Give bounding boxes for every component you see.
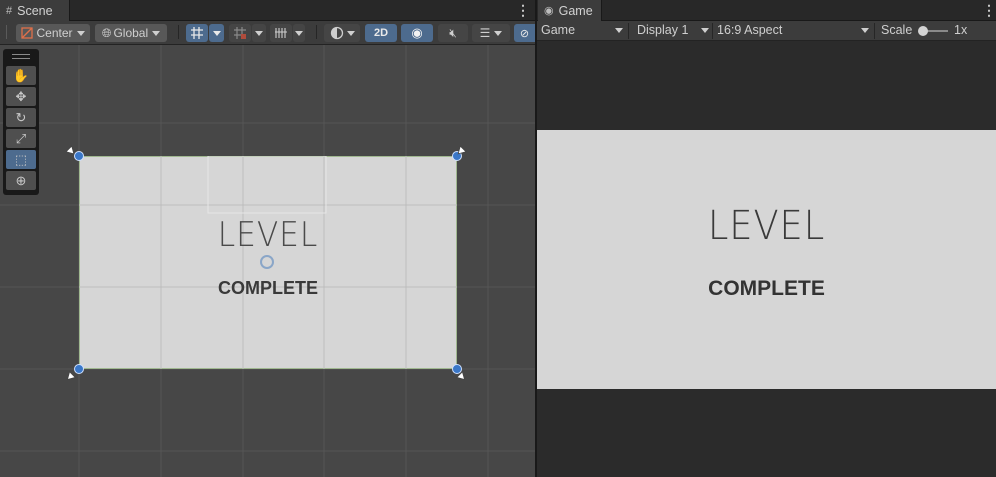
move-arrows-icon: ✥ [15,88,27,104]
pivot-caret-icon [76,30,85,36]
rect-tool-button[interactable]: ⬚ [6,150,36,169]
grid-visibility-dropdown[interactable] [293,24,305,42]
game-view-dropdown[interactable]: Game [537,21,627,39]
hand-icon: ✋ [12,67,30,83]
increment-snapping-toggle[interactable] [229,24,251,42]
pivot-center-dropdown[interactable]: Center [16,24,90,42]
audio-toggle[interactable]: 🔇︎ [438,24,468,42]
game-view[interactable]: LEVEL COMPLETE [537,41,996,477]
draw-mode-caret-icon [346,30,355,36]
scale-tool-button[interactable]: ⤢ [6,129,36,148]
display-caret-icon [701,28,709,33]
display-label: Display 1 [637,23,689,37]
aspect-dropdown[interactable]: 16:9 Aspect [713,21,873,39]
anchor-markers [65,145,467,381]
grid-snap-icon [191,27,203,39]
increment-snapping-dropdown[interactable] [252,24,266,42]
globe-icon: 🌐︎ [101,25,112,40]
toolbar-separator [628,23,629,39]
grid-snapping-toggle[interactable] [186,24,208,42]
scene-more-menu-icon[interactable]: ⋮ [516,2,530,18]
toolbar-separator [874,23,875,39]
game-view-caret-icon [615,28,623,33]
tab-game[interactable]: ◉ Game [538,0,602,21]
scene-visibility-toggle[interactable]: ⊘ [514,24,535,42]
game-more-menu-icon[interactable]: ⋮ [982,2,996,18]
toggle-2d-label: 2D [373,27,389,39]
grid-visibility-caret-icon [295,30,303,36]
grid-snapping-dropdown[interactable] [209,24,224,42]
aspect-caret-icon [861,28,869,33]
grid-visibility-toggle[interactable] [270,24,292,42]
effects-caret-icon [494,30,503,36]
scale-value-label: 1x [954,23,968,37]
game-level-complete-panel: LEVEL COMPLETE [537,130,996,389]
transform-icon: ⊕ [15,172,27,188]
rotate-tool-button[interactable]: ↻ [6,108,36,127]
scale-icon: ⤢ [15,130,27,146]
game-view-label: Game [541,23,576,37]
scene-tab-bar [0,0,535,21]
increment-caret-icon [255,30,263,36]
lighting-toggle[interactable]: ◉ [401,24,433,42]
effects-dropdown[interactable]: ☰ [472,24,510,42]
rect-transform-icon: ⬚ [14,151,28,167]
pivot-center-label: Center [36,26,73,40]
audio-mute-icon: 🔇︎ [449,25,457,40]
tool-palette: ✋ ✥ ↻ ⤢ ⬚ ⊕ [3,49,39,195]
scene-grid-icon: # [6,4,13,17]
space-global-dropdown[interactable]: 🌐︎ Global [95,24,167,42]
lightbulb-icon: ◉ [411,25,423,40]
gamepad-icon: ◉ [544,5,554,17]
scale-label: Scale [881,23,913,37]
game-level-title: LEVEL [707,203,826,249]
pivot-icon [21,27,34,39]
grid-snap-caret-icon [212,30,221,36]
shading-mode-icon [330,26,343,40]
toolbar-separator [316,25,317,39]
palette-grip-icon[interactable] [12,54,30,59]
space-caret-icon [152,30,161,36]
hidden-eye-icon: ⊘ [519,27,530,40]
scale-slider-thumb[interactable] [918,26,928,36]
grid-visibility-icon [275,28,287,38]
game-tab-bar [537,0,996,21]
transform-tool-button[interactable]: ⊕ [6,171,36,190]
game-complete-subtitle: COMPLETE [708,277,825,300]
space-global-label: Global [113,26,149,40]
scale-value: 1x [950,21,980,39]
toolbar-grip [6,25,7,39]
move-tool-button[interactable]: ✥ [6,87,36,106]
tab-game-label: Game [558,3,593,18]
tab-scene-label: Scene [17,3,53,18]
increment-snap-icon [234,27,246,39]
toolbar-separator [178,25,179,39]
draw-mode-dropdown[interactable] [324,24,360,42]
rotate-icon: ↻ [15,109,27,125]
hand-tool-button[interactable]: ✋ [6,66,36,85]
aspect-label: 16:9 Aspect [717,23,783,37]
toggle-2d-button[interactable]: 2D [365,24,397,42]
display-dropdown[interactable]: Display 1 [633,21,711,39]
scale-control: Scale [877,21,917,39]
effects-layers-icon: ☰ [479,26,491,40]
scene-view[interactable]: LEVEL COMPLETE ✋ ✥ ↻ ⤢ ⬚ ⊕ [0,45,535,477]
tab-scene[interactable]: # Scene [0,0,70,21]
